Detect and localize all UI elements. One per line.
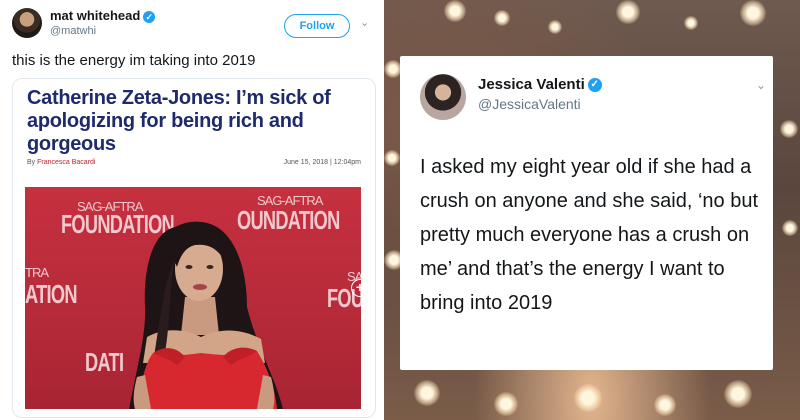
bokeh-light (384, 150, 400, 166)
bokeh-light (724, 380, 752, 408)
left-tweet-panel: mat whitehead ✓ @matwhi Follow ⌄ this is … (0, 0, 382, 420)
bokeh-light (414, 380, 440, 406)
article-photo: SAG-AFTRA FOUNDATION SAG-AFTRA OUNDATION… (25, 187, 361, 409)
follow-button[interactable]: Follow (284, 14, 350, 38)
bokeh-light (740, 0, 766, 26)
article-time: 12:04pm (333, 159, 361, 166)
article-byline: By Francesca Bacardi (27, 159, 95, 166)
article-headline: Catherine Zeta-Jones: I’m sick of apolog… (27, 87, 331, 155)
bokeh-light (654, 394, 676, 416)
avatar[interactable] (12, 8, 42, 38)
article-date: June 15, 2018 | 12:04pm (284, 159, 361, 166)
tweet-text: I asked my eight year old if she had a c… (420, 156, 759, 314)
woman-figure (129, 221, 283, 409)
user-name[interactable]: mat whitehead ✓ (50, 8, 156, 23)
chevron-down-icon[interactable]: ⌄ (756, 78, 766, 92)
verified-badge-icon: ✓ (587, 78, 602, 93)
bokeh-light (494, 10, 510, 26)
chevron-down-icon[interactable]: ⌄ (360, 16, 369, 29)
bokeh-light (616, 0, 640, 24)
user-name-label: mat whitehead (50, 8, 141, 23)
avatar[interactable] (420, 74, 466, 120)
user-name-label: Jessica Valenti (478, 76, 585, 93)
tweet-card[interactable]: Jessica Valenti ✓ @JessicaValenti ⌄ I ask… (400, 56, 773, 370)
article-card[interactable]: Catherine Zeta-Jones: I’m sick of apolog… (12, 78, 376, 418)
byline-prefix: By (27, 159, 36, 166)
date-separator: | (329, 159, 332, 166)
bokeh-light (782, 220, 798, 236)
bokeh-light (574, 384, 602, 412)
verified-badge-icon: ✓ (143, 10, 156, 23)
article-author[interactable]: Francesca Bacardi (37, 159, 95, 166)
bokeh-light (494, 392, 518, 416)
tweet-text: this is the energy im taking into 2019 (12, 52, 256, 69)
bokeh-light (684, 16, 698, 30)
bokeh-light (548, 20, 562, 34)
bokeh-light (780, 120, 798, 138)
user-handle[interactable]: @matwhi (50, 25, 96, 37)
right-tweet-panel: Jessica Valenti ✓ @JessicaValenti ⌄ I ask… (384, 0, 800, 420)
user-handle[interactable]: @JessicaValenti (478, 96, 581, 112)
article-date-value: June 15, 2018 (283, 159, 329, 166)
user-name[interactable]: Jessica Valenti ✓ (478, 76, 602, 93)
bokeh-light (444, 0, 466, 22)
